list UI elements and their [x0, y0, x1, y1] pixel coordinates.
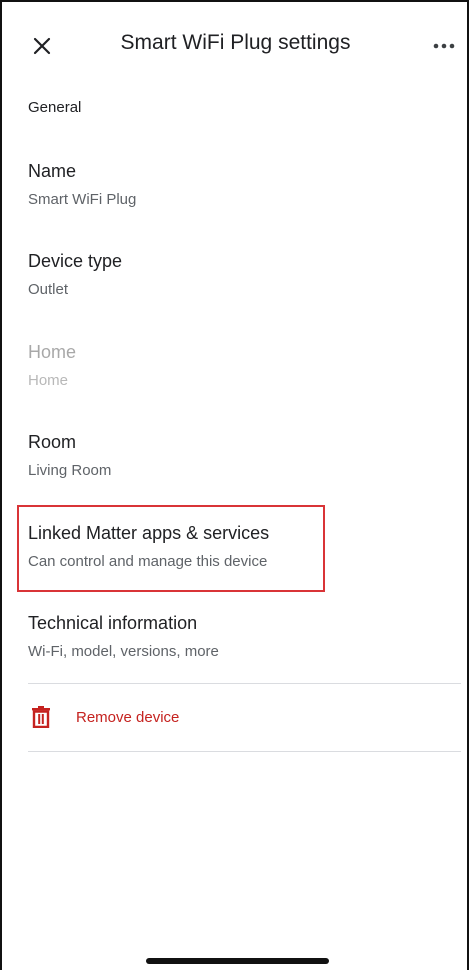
setting-home: Home Home [28, 341, 448, 390]
setting-room[interactable]: Room Living Room [28, 431, 448, 480]
setting-value: Can control and manage this device [28, 553, 268, 570]
divider [28, 683, 461, 684]
setting-name[interactable]: Name Smart WiFi Plug [28, 160, 448, 209]
setting-linked-matter-apps[interactable]: Linked Matter apps & services Can contro… [28, 522, 448, 571]
setting-label: Device type [28, 251, 123, 271]
more-options-button[interactable] [428, 34, 460, 58]
remove-device-button[interactable]: Remove device [28, 700, 448, 734]
setting-label: Home [28, 342, 77, 362]
remove-device-label: Remove device [76, 708, 180, 726]
divider [28, 751, 461, 752]
setting-value: Outlet [28, 281, 69, 298]
setting-label: Name [28, 161, 77, 181]
setting-value: Home [28, 372, 69, 389]
setting-device-type[interactable]: Device type Outlet [28, 250, 448, 299]
section-heading-general: General [28, 99, 82, 116]
setting-label: Room [28, 432, 77, 452]
setting-label: Linked Matter apps & services [28, 523, 270, 543]
setting-value: Smart WiFi Plug [28, 191, 137, 208]
phone-frame [0, 0, 469, 970]
setting-technical-information[interactable]: Technical information Wi-Fi, model, vers… [28, 612, 448, 661]
more-horizontal-icon [433, 43, 455, 49]
setting-label: Technical information [28, 613, 198, 633]
home-indicator[interactable] [146, 958, 329, 964]
setting-value: Living Room [28, 462, 112, 479]
app-bar: Smart WiFi Plug settings [0, 0, 471, 92]
setting-value: Wi-Fi, model, versions, more [28, 643, 219, 660]
trash-icon [30, 705, 52, 729]
page-title: Smart WiFi Plug settings [120, 31, 351, 54]
